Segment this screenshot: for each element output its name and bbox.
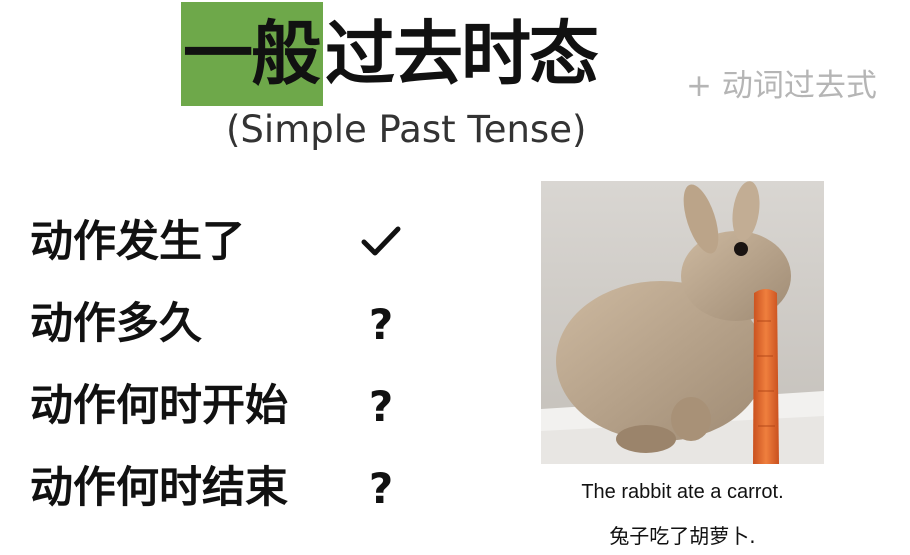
list-item-label: 动作何时开始 <box>30 381 288 431</box>
question-icon: ? <box>368 381 394 431</box>
title-highlight: 一般 <box>181 2 323 106</box>
caption-english: The rabbit ate a carrot. <box>581 481 784 503</box>
rabbit-photo <box>541 181 824 464</box>
list-item-label: 动作何时结束 <box>30 463 288 513</box>
caption-chinese: 兔子吃了胡萝卜. <box>609 524 756 548</box>
subtitle: (Simple Past Tense) <box>226 108 587 151</box>
list-item-label: 动作发生了 <box>30 217 245 267</box>
title-highlighted-text: 一般 <box>183 12 321 95</box>
feature-list: 动作发生了 动作多久 ? 动作何时开始 ? 动作何时结束 ? <box>30 212 401 540</box>
list-item: 动作何时开始 ? <box>30 376 393 458</box>
question-icon: ? <box>368 299 394 349</box>
list-item: 动作发生了 <box>30 212 401 294</box>
title-rest-text: 过去时态 <box>325 12 599 95</box>
list-item-label: 动作多久 <box>30 299 202 349</box>
title-note: + 动词过去式 <box>686 68 877 104</box>
check-icon <box>360 220 402 264</box>
title: 一般 过去时态 <box>181 2 599 106</box>
list-item: 动作何时结束 ? <box>30 458 393 540</box>
list-item: 动作多久 ? <box>30 294 393 376</box>
question-icon: ? <box>368 463 394 513</box>
